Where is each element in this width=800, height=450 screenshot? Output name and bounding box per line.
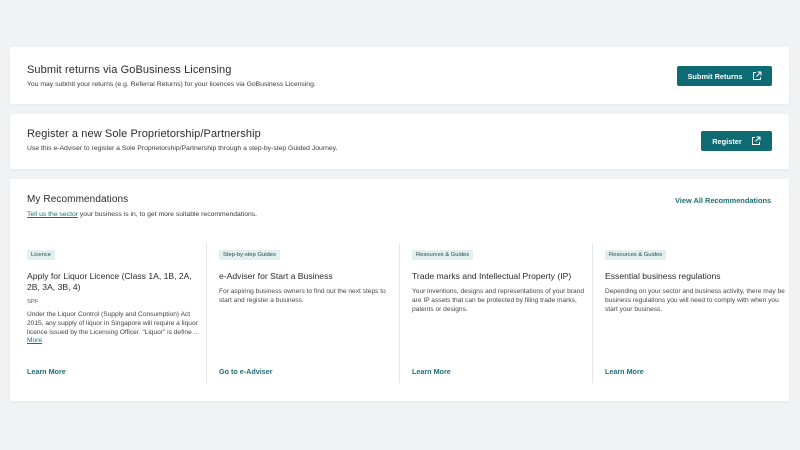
recommendations-panel: My Recommendations Tell us the sector yo…	[10, 179, 789, 401]
learn-more-link[interactable]: Learn More	[605, 367, 644, 376]
external-link-icon	[751, 136, 761, 145]
submit-returns-description: You may submit your returns (e.g. Referr…	[27, 81, 316, 88]
recommendation-card: Resources & Guides Essential business re…	[605, 243, 785, 383]
view-all-recommendations-link[interactable]: View All Recommendations	[675, 196, 771, 205]
card-body: Your inventions, designs and representat…	[412, 288, 585, 313]
go-to-eadviser-link[interactable]: Go to e-Adviser	[219, 367, 273, 376]
register-button[interactable]: Register	[701, 131, 772, 151]
card-body: Under the Liquor Control (Supply and Con…	[27, 311, 207, 346]
card-body-text: Under the Liquor Control (Supply and Con…	[27, 311, 200, 336]
card-tag: Resources & Guides	[605, 250, 667, 260]
card-divider	[592, 243, 593, 383]
learn-more-link[interactable]: Learn More	[412, 367, 451, 376]
submit-returns-panel: Submit returns via GoBusiness Licensing …	[10, 47, 789, 104]
card-tag: Resources & Guides	[412, 250, 474, 260]
recommendations-title: My Recommendations	[27, 194, 129, 205]
recommendation-card: Licence Apply for Liquor Licence (Class …	[27, 243, 207, 383]
card-divider	[206, 243, 207, 383]
submit-returns-button[interactable]: Submit Returns	[677, 66, 772, 86]
submit-returns-title: Submit returns via GoBusiness Licensing	[27, 64, 232, 76]
card-tag: Step-by-step Guides	[219, 250, 280, 260]
register-panel: Register a new Sole Proprietorship/Partn…	[10, 114, 789, 169]
register-description: Use this e-Adviser to register a Sole Pr…	[27, 145, 338, 152]
card-divider	[399, 243, 400, 383]
learn-more-link[interactable]: Learn More	[27, 367, 66, 376]
card-body: Depending on your sector and business ac…	[605, 288, 785, 313]
external-link-icon	[752, 71, 762, 80]
card-title[interactable]: Apply for Liquor Licence (Class 1A, 1B, …	[27, 271, 207, 293]
card-body: For aspiring business owners to find out…	[219, 288, 386, 304]
recommendation-card: Resources & Guides Trade marks and Intel…	[412, 243, 592, 383]
recommendations-hint: Tell us the sector your business is in, …	[27, 211, 257, 218]
register-button-label: Register	[712, 136, 742, 146]
card-title[interactable]: Essential business regulations	[605, 271, 785, 282]
card-agency: SPF	[27, 299, 39, 305]
card-title[interactable]: e-Adviser for Start a Business	[219, 271, 399, 282]
submit-returns-button-label: Submit Returns	[687, 71, 743, 81]
tell-us-sector-link[interactable]: Tell us the sector	[27, 211, 78, 218]
more-link[interactable]: More	[27, 337, 42, 344]
card-title[interactable]: Trade marks and Intellectual Property (I…	[412, 271, 592, 282]
register-title: Register a new Sole Proprietorship/Partn…	[27, 128, 261, 140]
recommendations-hint-text: your business is in, to get more suitabl…	[78, 211, 258, 218]
recommendation-card: Step-by-step Guides e-Adviser for Start …	[219, 243, 399, 383]
card-tag: Licence	[27, 250, 55, 260]
